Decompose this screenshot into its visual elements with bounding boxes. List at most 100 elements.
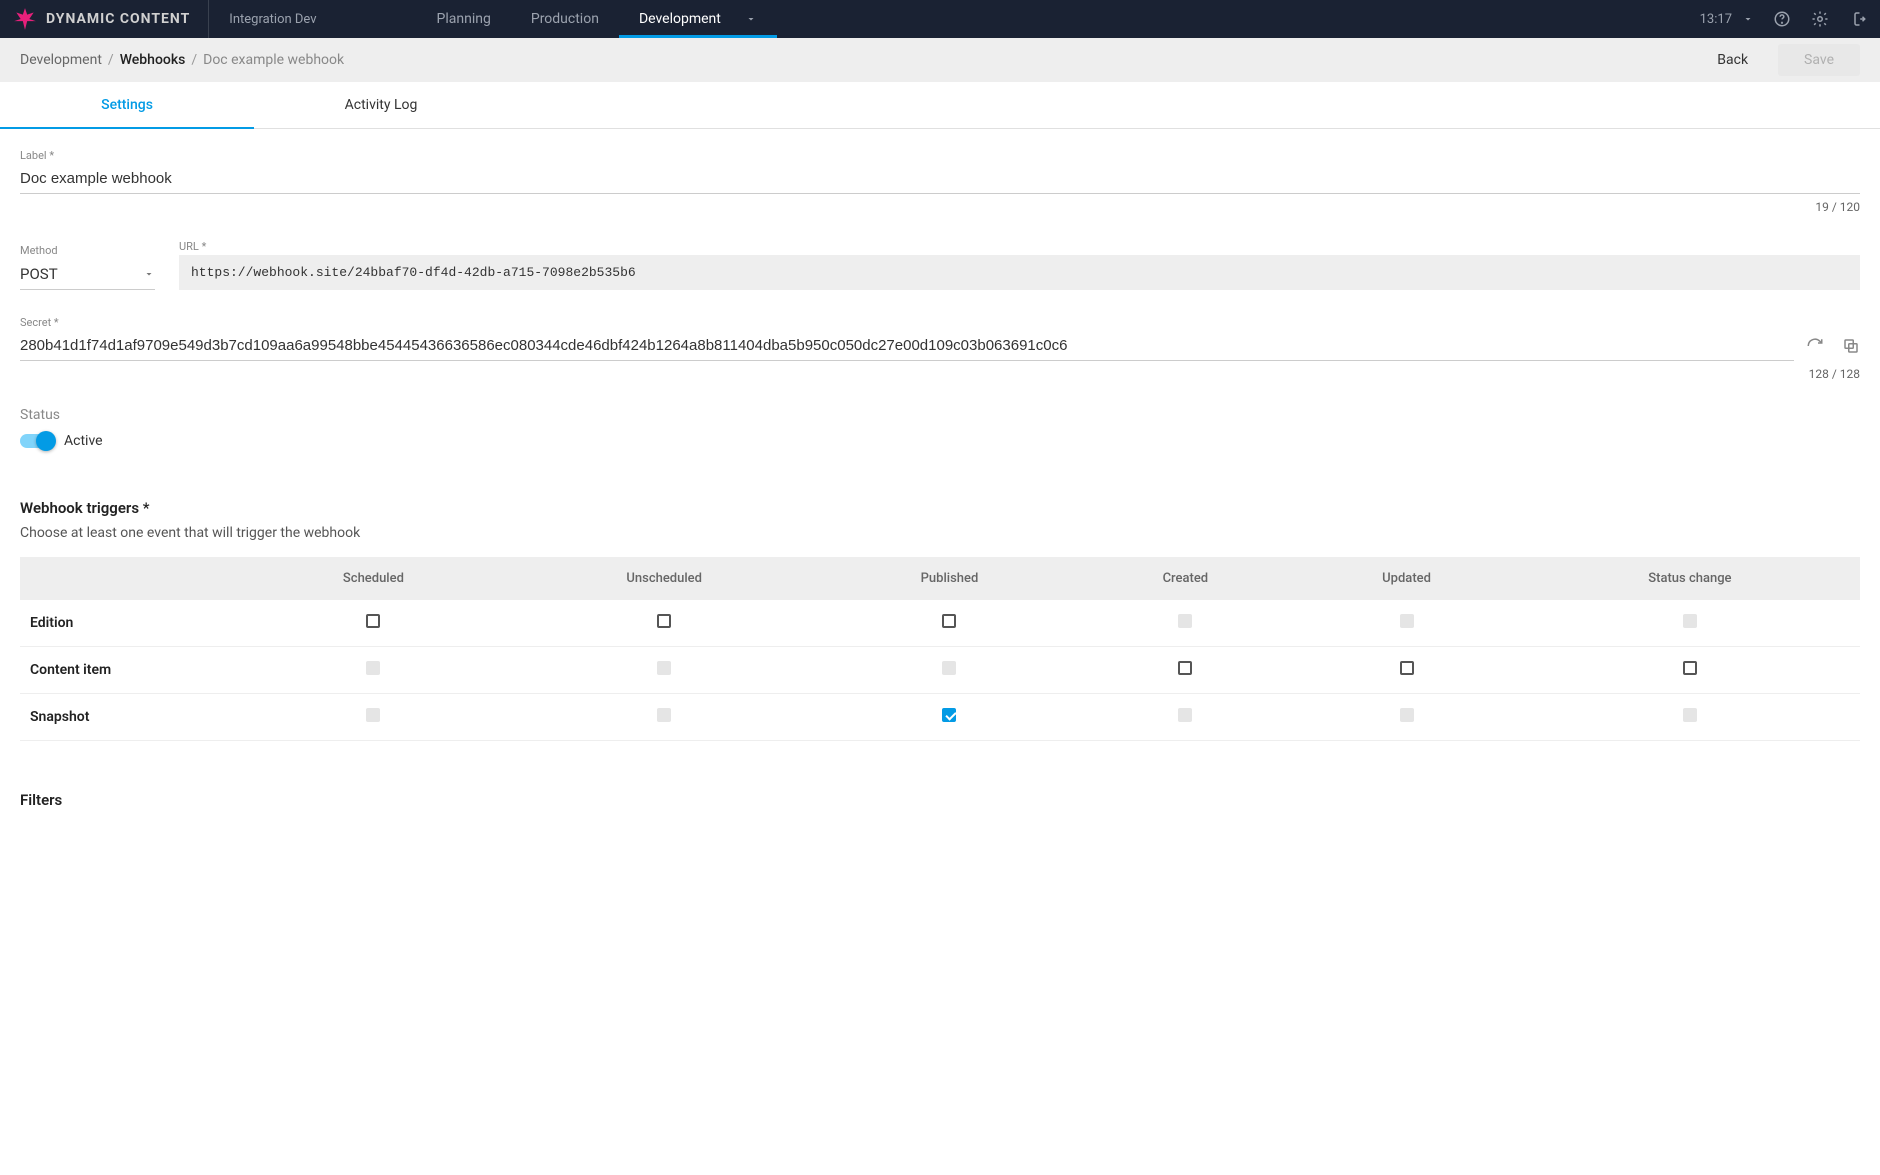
trigger-cell	[507, 647, 822, 694]
trigger-cell	[1077, 647, 1293, 694]
table-row: Edition	[20, 600, 1860, 647]
secret-actions	[1806, 337, 1860, 361]
trigger-checkbox	[1400, 708, 1414, 722]
trigger-checkbox	[1178, 708, 1192, 722]
method-field-label: Method	[20, 244, 155, 257]
breadcrumb-item-current: Doc example webhook	[203, 52, 344, 68]
triggers-table: Scheduled Unscheduled Published Created …	[20, 557, 1860, 741]
triggers-description: Choose at least one event that will trig…	[20, 525, 1860, 541]
col-status-change: Status change	[1520, 557, 1860, 600]
toggle-thumb	[36, 431, 56, 451]
trigger-checkbox[interactable]	[942, 614, 956, 628]
secret-input[interactable]	[20, 331, 1794, 361]
trigger-checkbox[interactable]	[1683, 661, 1697, 675]
col-published: Published	[822, 557, 1078, 600]
trigger-cell	[1293, 647, 1519, 694]
tab-production[interactable]: Production	[511, 0, 619, 38]
trigger-cell	[240, 694, 507, 741]
help-icon[interactable]	[1772, 9, 1792, 29]
row-label: Content item	[20, 647, 240, 694]
logout-icon[interactable]	[1848, 9, 1868, 29]
trigger-checkbox[interactable]	[1400, 661, 1414, 675]
label-field: Label * 19 / 120	[20, 149, 1860, 214]
breadcrumb-bar: Development / Webhooks / Doc example web…	[0, 38, 1880, 82]
trigger-checkbox[interactable]	[942, 708, 956, 722]
trigger-cell	[822, 600, 1078, 647]
topnav-right: 13:17	[1700, 0, 1868, 38]
url-field-label: URL *	[179, 240, 1860, 253]
filters-title: Filters	[20, 791, 1860, 809]
time-value: 13:17	[1700, 12, 1732, 27]
main-tabs: Planning Production Development	[417, 0, 777, 38]
subtab-settings[interactable]: Settings	[0, 82, 254, 128]
label-input[interactable]	[20, 164, 1860, 194]
trigger-checkbox[interactable]	[1178, 661, 1192, 675]
col-updated: Updated	[1293, 557, 1519, 600]
chevron-down-icon	[1742, 13, 1754, 25]
label-field-label: Label *	[20, 149, 1860, 162]
trigger-checkbox[interactable]	[657, 614, 671, 628]
trigger-cell	[1077, 600, 1293, 647]
method-field: Method POST	[20, 244, 155, 290]
tab-development-label: Development	[639, 11, 721, 27]
gear-icon[interactable]	[1810, 9, 1830, 29]
trigger-checkbox	[942, 661, 956, 675]
trigger-checkbox	[366, 661, 380, 675]
breadcrumb-separator: /	[108, 52, 114, 68]
regenerate-icon[interactable]	[1806, 337, 1824, 355]
trigger-checkbox	[1683, 708, 1697, 722]
trigger-checkbox	[657, 661, 671, 675]
breadcrumb: Development / Webhooks / Doc example web…	[20, 52, 344, 68]
secret-field: Secret * 128 / 128	[20, 316, 1860, 381]
method-value: POST	[20, 265, 58, 283]
save-button[interactable]: Save	[1778, 44, 1860, 76]
back-button[interactable]: Back	[1717, 52, 1748, 68]
subtab-activity-log[interactable]: Activity Log	[254, 82, 508, 128]
brand-logo: DYNAMIC CONTENT	[12, 0, 209, 38]
trigger-checkbox	[1683, 614, 1697, 628]
method-url-row: Method POST URL *	[20, 240, 1860, 290]
breadcrumb-item-webhooks[interactable]: Webhooks	[120, 52, 186, 68]
logo-icon	[12, 6, 38, 32]
col-scheduled: Scheduled	[240, 557, 507, 600]
row-label: Edition	[20, 600, 240, 647]
trigger-cell	[1293, 600, 1519, 647]
trigger-checkbox	[1400, 614, 1414, 628]
trigger-checkbox	[657, 708, 671, 722]
triggers-section: Webhook triggers * Choose at least one e…	[20, 499, 1860, 741]
status-label: Status	[20, 407, 1860, 423]
trigger-checkbox	[366, 708, 380, 722]
trigger-checkbox[interactable]	[366, 614, 380, 628]
chevron-down-icon	[143, 268, 155, 280]
tab-planning[interactable]: Planning	[417, 0, 511, 38]
url-input[interactable]	[179, 255, 1860, 290]
method-select[interactable]: POST	[20, 259, 155, 290]
org-name[interactable]: Integration Dev	[209, 12, 336, 27]
brand-text: DYNAMIC CONTENT	[46, 11, 190, 27]
table-row: Content item	[20, 647, 1860, 694]
status-toggle[interactable]	[20, 434, 54, 448]
trigger-cell	[1520, 647, 1860, 694]
breadcrumb-item-development[interactable]: Development	[20, 52, 102, 68]
col-created: Created	[1077, 557, 1293, 600]
trigger-cell	[1520, 600, 1860, 647]
trigger-cell	[822, 694, 1078, 741]
sub-tabs: Settings Activity Log	[0, 82, 1880, 129]
url-field: URL *	[179, 240, 1860, 290]
form-content: Label * 19 / 120 Method POST URL * Secre…	[0, 129, 1880, 837]
trigger-cell	[507, 600, 822, 647]
table-row: Snapshot	[20, 694, 1860, 741]
trigger-cell	[822, 647, 1078, 694]
trigger-cell	[1520, 694, 1860, 741]
page-actions: Back Save	[1717, 44, 1860, 76]
tab-development[interactable]: Development	[619, 0, 777, 38]
time-display[interactable]: 13:17	[1700, 12, 1754, 27]
copy-icon[interactable]	[1842, 337, 1860, 355]
secret-field-label: Secret *	[20, 316, 1860, 329]
row-label: Snapshot	[20, 694, 240, 741]
trigger-cell	[507, 694, 822, 741]
trigger-cell	[240, 600, 507, 647]
trigger-cell	[1077, 694, 1293, 741]
triggers-title: Webhook triggers *	[20, 499, 1860, 517]
status-field: Status Active	[20, 407, 1860, 449]
